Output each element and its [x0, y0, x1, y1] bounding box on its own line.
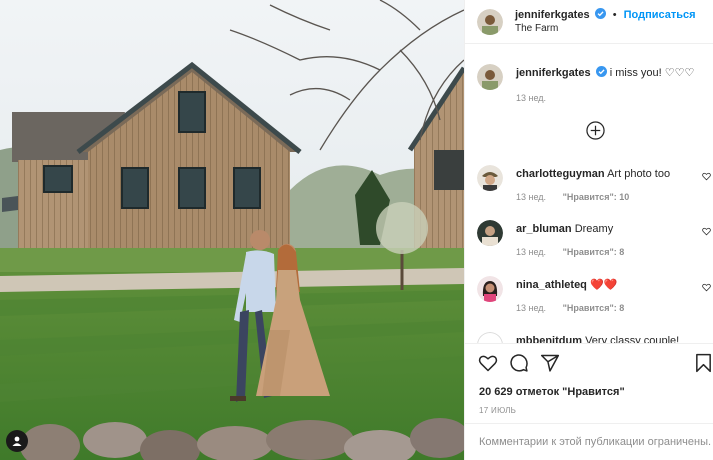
- commenter-username[interactable]: mbbenitdum: [516, 335, 582, 343]
- comment-like-heart-icon[interactable]: [702, 172, 711, 181]
- caption: jenniferkgates i miss you! ♡♡♡ 13 нед.: [477, 64, 713, 105]
- post-date[interactable]: 17 ИЮЛЬ: [479, 406, 516, 415]
- author-avatar[interactable]: [477, 8, 503, 35]
- comment-text: Art photo too: [607, 168, 671, 180]
- comments-restricted-notice: Комментарии к этой публикации ограничены…: [465, 423, 713, 448]
- commenter-username[interactable]: charlotteguyman: [516, 168, 605, 180]
- comment-item: mbbenitdum Very classy couple!: [477, 332, 713, 343]
- comment-item: charlotteguyman Art photo too 13 нед. "Н…: [477, 165, 713, 204]
- comment-time[interactable]: 13 нед.: [516, 303, 546, 313]
- comment-text: ❤️❤️: [589, 279, 618, 291]
- likes-count[interactable]: 20 629 отметок "Нравится": [479, 386, 625, 398]
- verified-icon: [595, 66, 607, 77]
- comment-likes[interactable]: "Нравится": 8: [563, 247, 625, 257]
- share-icon[interactable]: [540, 353, 560, 373]
- caption-avatar[interactable]: [477, 64, 503, 90]
- comment-time[interactable]: 13 нед.: [516, 192, 546, 202]
- post-actions: 20 629 отметок "Нравится" 17 ИЮЛЬ Коммен…: [465, 343, 713, 460]
- comment-item: ar_bluman Dreamy 13 нед. "Нравится": 8: [477, 220, 713, 259]
- comment-text: Very classy couple!: [585, 335, 680, 343]
- verified-icon: [594, 7, 606, 19]
- post-photo[interactable]: [0, 0, 464, 460]
- commenter-avatar[interactable]: [477, 276, 503, 302]
- caption-time[interactable]: 13 нед.: [516, 93, 546, 103]
- comment-like-heart-icon[interactable]: [702, 227, 711, 236]
- comment-item: nina_athleteq ❤️❤️ 13 нед. "Нравится": 8: [477, 276, 713, 315]
- add-comments-icon[interactable]: [586, 121, 605, 140]
- caption-username[interactable]: jenniferkgates: [516, 67, 591, 79]
- post-details-panel: jenniferkgates • Подписаться The Farm je…: [464, 0, 713, 460]
- comment-like-heart-icon[interactable]: [702, 283, 711, 292]
- post-location[interactable]: The Farm: [515, 22, 696, 36]
- user-tag-button[interactable]: [6, 430, 28, 452]
- commenter-avatar[interactable]: [477, 165, 503, 191]
- photo-image: [0, 0, 464, 460]
- follow-button[interactable]: Подписаться: [624, 9, 696, 21]
- separator-dot: •: [612, 8, 617, 21]
- comment-likes[interactable]: "Нравится": 8: [563, 303, 625, 313]
- bookmark-icon[interactable]: [695, 353, 712, 373]
- heart-icon[interactable]: [478, 353, 498, 373]
- comments-list[interactable]: jenniferkgates i miss you! ♡♡♡ 13 нед. c…: [465, 45, 713, 343]
- commenter-username[interactable]: ar_bluman: [516, 223, 572, 235]
- comment-time[interactable]: 13 нед.: [516, 247, 546, 257]
- author-username[interactable]: jenniferkgates: [515, 9, 590, 21]
- comment-icon[interactable]: [509, 353, 529, 373]
- commenter-avatar[interactable]: [477, 220, 503, 246]
- user-tag-icon: [12, 436, 22, 446]
- commenter-username[interactable]: nina_athleteq: [516, 279, 587, 291]
- commenter-avatar[interactable]: [477, 332, 503, 343]
- caption-text: i miss you! ♡♡♡: [609, 67, 695, 79]
- post-header: jenniferkgates • Подписаться The Farm: [465, 0, 713, 44]
- comment-text: Dreamy: [574, 223, 614, 235]
- comment-likes[interactable]: "Нравится": 10: [563, 192, 630, 202]
